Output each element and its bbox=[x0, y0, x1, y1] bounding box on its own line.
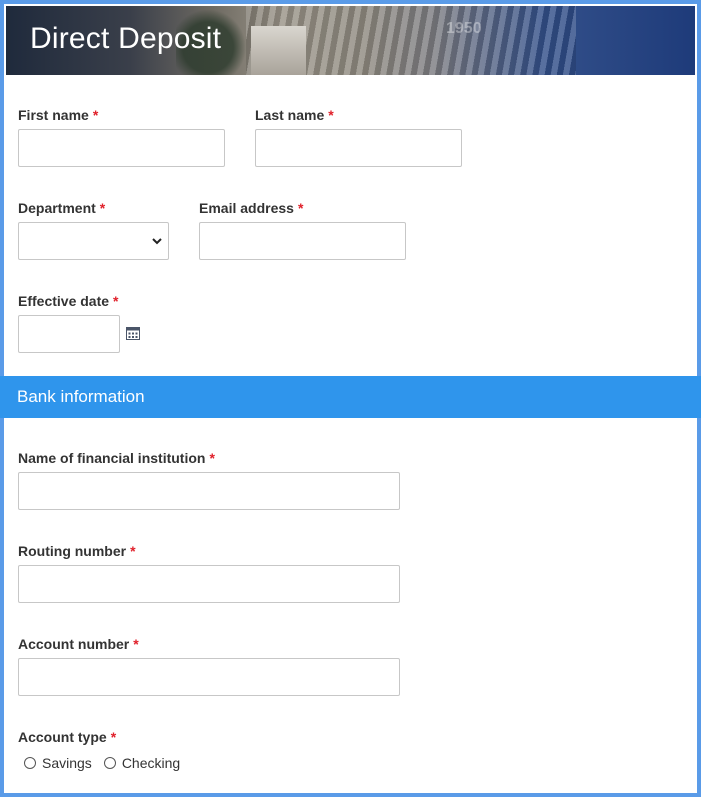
routing-label: Routing number * bbox=[18, 543, 136, 559]
account-number-input[interactable] bbox=[18, 658, 400, 696]
required-mark: * bbox=[130, 543, 136, 559]
header-banner: 1950 Direct Deposit bbox=[6, 6, 695, 75]
department-label: Department * bbox=[18, 200, 106, 216]
routing-input[interactable] bbox=[18, 565, 400, 603]
last-name-input[interactable] bbox=[255, 129, 462, 167]
email-input[interactable] bbox=[199, 222, 406, 260]
effective-date-input[interactable] bbox=[18, 315, 120, 353]
first-name-input[interactable] bbox=[18, 129, 225, 167]
page-title: Direct Deposit bbox=[30, 22, 222, 55]
checking-radio[interactable] bbox=[103, 757, 116, 769]
savings-radio[interactable] bbox=[24, 757, 36, 769]
required-mark: * bbox=[133, 636, 139, 652]
required-mark: * bbox=[297, 200, 304, 216]
banner-column bbox=[251, 26, 306, 75]
section-title: Bank information bbox=[17, 387, 145, 406]
required-mark: * bbox=[209, 450, 215, 466]
savings-label[interactable]: Savings bbox=[42, 755, 92, 771]
checking-label[interactable]: Checking bbox=[122, 755, 180, 771]
required-mark: * bbox=[92, 107, 99, 123]
last-name-label: Last name * bbox=[255, 107, 334, 123]
chevron-down-icon bbox=[152, 238, 162, 245]
department-select[interactable] bbox=[18, 222, 169, 260]
institution-label: Name of financial institution * bbox=[18, 450, 215, 466]
account-type-options: Savings Checking bbox=[24, 755, 192, 771]
required-mark: * bbox=[110, 729, 117, 745]
first-name-label: First name * bbox=[18, 107, 99, 123]
required-mark: * bbox=[113, 293, 119, 309]
calendar-icon[interactable] bbox=[126, 326, 140, 340]
required-mark: * bbox=[328, 107, 334, 123]
institution-input[interactable] bbox=[18, 472, 400, 510]
account-type-label: Account type * bbox=[18, 729, 117, 745]
email-label: Email address * bbox=[199, 200, 304, 216]
effective-date-label: Effective date * bbox=[18, 293, 119, 309]
banner-year: 1950 bbox=[446, 20, 482, 37]
account-number-label: Account number * bbox=[18, 636, 139, 652]
required-mark: * bbox=[99, 200, 106, 216]
bank-section-header: Bank information bbox=[0, 376, 701, 418]
